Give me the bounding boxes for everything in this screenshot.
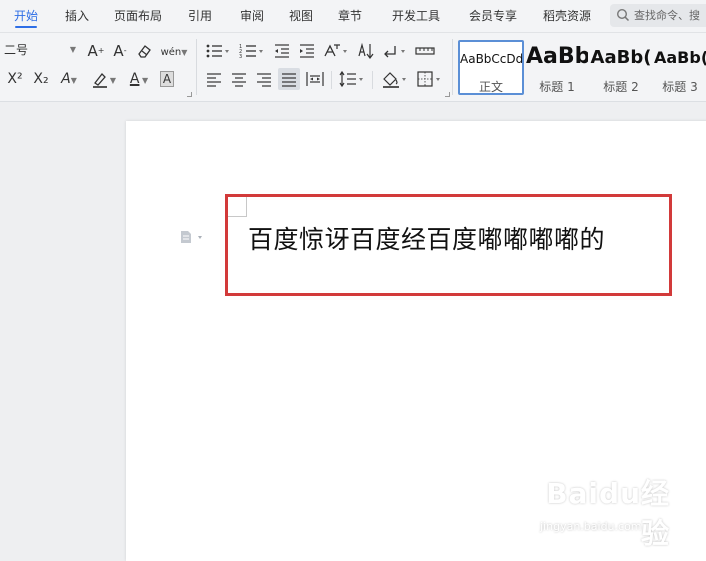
line-spacing-button[interactable] [338, 69, 366, 89]
table-tools-button[interactable] [414, 41, 436, 61]
ribbon-divider [452, 39, 453, 95]
text-effect-button[interactable]: A▼ [56, 69, 82, 89]
distribute-icon [306, 72, 324, 86]
line-spacing-icon [339, 70, 363, 88]
style-heading-2-label: 标题 2 [603, 80, 639, 94]
text-effect-icon: A [61, 71, 71, 87]
align-left-button[interactable] [204, 69, 224, 89]
font-color-button[interactable]: A ▼ [124, 69, 154, 89]
shading-button[interactable] [380, 69, 410, 89]
highlight-button[interactable]: ▼ [88, 69, 118, 89]
shrink-font-icon: A [113, 42, 124, 60]
subscript-button[interactable]: X₂ [30, 69, 52, 89]
outdent-icon [275, 44, 289, 58]
bullets-button[interactable] [204, 41, 232, 61]
numbered-list-icon: 1 2 3 [239, 44, 263, 60]
tab-member[interactable]: 会员专享 [469, 0, 517, 32]
sort-button[interactable] [356, 41, 376, 61]
font-color-icon: A [129, 71, 140, 87]
paragraph-layout-icon[interactable] [180, 230, 204, 244]
font-size-value: 二号 [4, 43, 29, 57]
style-heading-3-label: 标题 3 [662, 80, 698, 94]
eraser-icon [138, 45, 151, 58]
search-icon [616, 8, 630, 22]
align-left-icon [207, 73, 221, 87]
tab-references[interactable]: 引用 [188, 0, 212, 32]
style-heading-1-label: 标题 1 [539, 80, 575, 94]
chinese-layout-icon [324, 44, 347, 57]
highlighter-icon [92, 73, 107, 88]
style-heading-3-preview: AaBb( [654, 48, 706, 67]
grow-font-button[interactable]: A+ [86, 41, 106, 61]
font-size-dropdown[interactable]: 二号 ▼ [0, 40, 78, 60]
ruler-icon [415, 47, 435, 55]
align-right-button[interactable] [254, 69, 274, 89]
chevron-down-icon: ▼ [69, 45, 76, 54]
baidu-watermark: Baidu经验 jingyan.baidu.com [540, 472, 670, 550]
align-justify-icon [282, 73, 296, 87]
svg-text:3: 3 [239, 54, 242, 60]
style-normal[interactable]: AaBbCcDd 正文 [458, 40, 524, 95]
home-ribbon: 二号 ▼ A+ A- wén▼ X² X₂ A▼ ▼ A ▼ A 1 2 3 A… [0, 33, 706, 102]
style-heading-3[interactable]: AaBb( 标题 3 [654, 40, 706, 95]
borders-button[interactable] [415, 69, 445, 89]
style-heading-2-preview: AaBb( [590, 47, 652, 68]
style-heading-1-preview: AaBb [526, 44, 588, 69]
align-center-button[interactable] [229, 69, 249, 89]
search-input[interactable] [634, 6, 706, 24]
align-right-icon [257, 73, 271, 87]
ribbon-tab-bar: 开始 插入 页面布局 引用 审阅 视图 章节 开发工具 会员专享 稻壳资源 [0, 0, 706, 33]
font-dialog-launcher[interactable] [187, 92, 192, 97]
superscript-icon: X² [7, 71, 23, 87]
tab-insert[interactable]: 插入 [65, 0, 89, 32]
char-shading-button[interactable]: A [158, 69, 176, 89]
tab-developer[interactable]: 开发工具 [392, 0, 440, 32]
watermark-url: jingyan.baidu.com [540, 520, 642, 533]
increase-indent-button[interactable] [297, 41, 317, 61]
subscript-icon: X₂ [33, 71, 49, 87]
style-heading-1[interactable]: AaBb 标题 1 [526, 40, 588, 95]
command-search[interactable] [610, 4, 706, 27]
distribute-button[interactable] [305, 69, 325, 89]
tab-review[interactable]: 审阅 [240, 0, 264, 32]
ribbon-divider [331, 71, 332, 89]
sort-icon [358, 42, 374, 59]
borders-icon [417, 71, 440, 87]
pinyin-guide-button[interactable]: wén▼ [159, 41, 189, 61]
annotation-highlight-box [225, 194, 672, 296]
indent-icon [300, 44, 314, 58]
bullet-list-icon [206, 44, 229, 58]
style-normal-preview: AaBbCcDd [460, 52, 524, 66]
ribbon-divider [196, 39, 197, 95]
paragraph-mark-icon [384, 46, 405, 58]
align-center-icon [232, 73, 246, 87]
tab-chapter[interactable]: 章节 [338, 0, 362, 32]
tab-page-layout[interactable]: 页面布局 [114, 0, 162, 32]
tab-view[interactable]: 视图 [289, 0, 313, 32]
style-normal-label: 正文 [478, 80, 503, 94]
superscript-button[interactable]: X² [4, 69, 26, 89]
char-shading-icon: A [159, 71, 175, 87]
style-heading-2[interactable]: AaBb( 标题 2 [590, 40, 652, 95]
clear-format-button[interactable] [135, 41, 155, 61]
grow-font-icon: A [87, 42, 98, 60]
paragraph-dialog-launcher[interactable] [445, 92, 450, 97]
chinese-layout-button[interactable] [322, 41, 350, 61]
numbering-button[interactable]: 1 2 3 [238, 41, 266, 61]
pinyin-guide-icon: wén [160, 47, 182, 58]
ribbon-divider [372, 71, 373, 89]
paint-bucket-icon [383, 72, 406, 88]
justify-button[interactable] [278, 68, 300, 90]
watermark-brand: Baidu经验 [546, 477, 670, 550]
decrease-indent-button[interactable] [272, 41, 292, 61]
tab-home[interactable]: 开始 [14, 0, 38, 32]
show-hide-marks-button[interactable] [381, 41, 409, 61]
tab-docer-resources[interactable]: 稻壳资源 [543, 0, 591, 32]
shrink-font-button[interactable]: A- [110, 41, 130, 61]
